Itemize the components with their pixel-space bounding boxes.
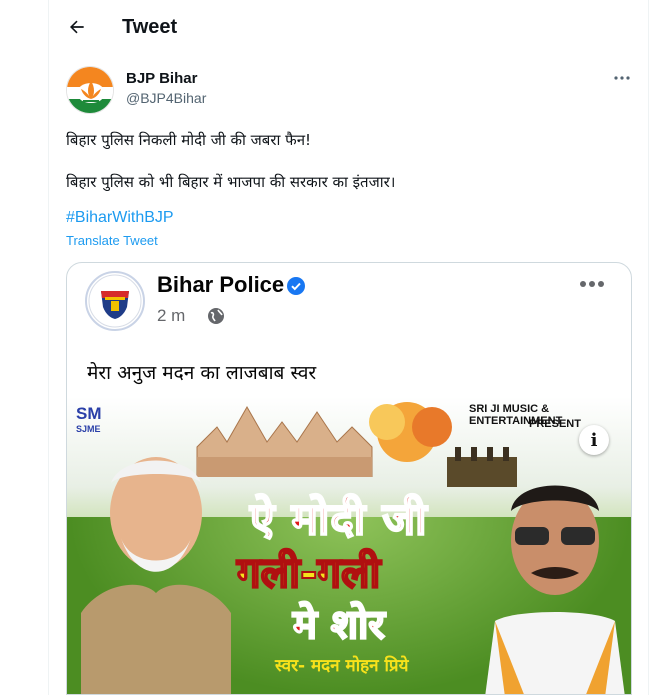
page-name[interactable]: Bihar Police (157, 272, 284, 298)
sjme-logo: SM SJME (76, 404, 102, 434)
right-portrait (485, 485, 625, 694)
post-caption: मेरा अनुज मदन का लाजबाब स्वर (87, 362, 317, 384)
sjme-logo-short: SM (76, 404, 102, 423)
translate-tweet-link[interactable]: Translate Tweet (66, 233, 158, 248)
poster-singer-credit: स्वर- मदन मोहन प्रिये (275, 656, 409, 676)
info-icon[interactable]: i (579, 425, 609, 455)
right-column-border (648, 0, 649, 695)
tweet-text-line-2: बिहार पुलिस को भी बिहार में भाजपा की सरक… (66, 173, 396, 191)
arrow-left-icon (70, 20, 84, 34)
bihar-police-avatar[interactable] (85, 271, 145, 331)
poster-title-line-2: गली-गली (236, 547, 381, 598)
more-options-button[interactable] (610, 70, 634, 86)
poster-title-line-1: ऐ मोदी जी (249, 493, 428, 546)
embedded-post-card[interactable]: Bihar Police 2 m मेरा अनुज मदन का लाजबाब… (66, 262, 632, 695)
police-emblem-icon (88, 274, 142, 328)
author-name[interactable]: BJP Bihar (126, 70, 197, 87)
post-more-icon[interactable] (579, 279, 605, 289)
poster-title-line-3: मे शोर (292, 601, 386, 649)
author-handle[interactable]: @BJP4Bihar (126, 90, 206, 106)
hashtag-link[interactable]: #BiharWithBJP (66, 209, 174, 227)
globe-icon (208, 308, 224, 324)
left-column-border (48, 0, 49, 695)
verified-badge-icon (287, 277, 305, 295)
back-button[interactable] (63, 13, 91, 41)
top-bar: Tweet (49, 0, 648, 54)
author-avatar[interactable] (66, 66, 114, 114)
bjp-lotus-logo (67, 67, 113, 113)
page-title: Tweet (122, 16, 178, 38)
post-time: 2 m (157, 306, 186, 325)
tweet-text-line-1: बिहार पुलिस निकली मोदी जी की जबरा फैन! (66, 131, 312, 149)
more-horizontal-icon (614, 76, 630, 80)
sjme-logo-sub: SJME (76, 424, 101, 434)
label-present: PRESENT (529, 418, 581, 430)
left-portrait (81, 457, 231, 694)
poster-image[interactable]: SM SJME SRI JI MUSIC & ENTERTAINMENT PRE… (67, 397, 631, 694)
